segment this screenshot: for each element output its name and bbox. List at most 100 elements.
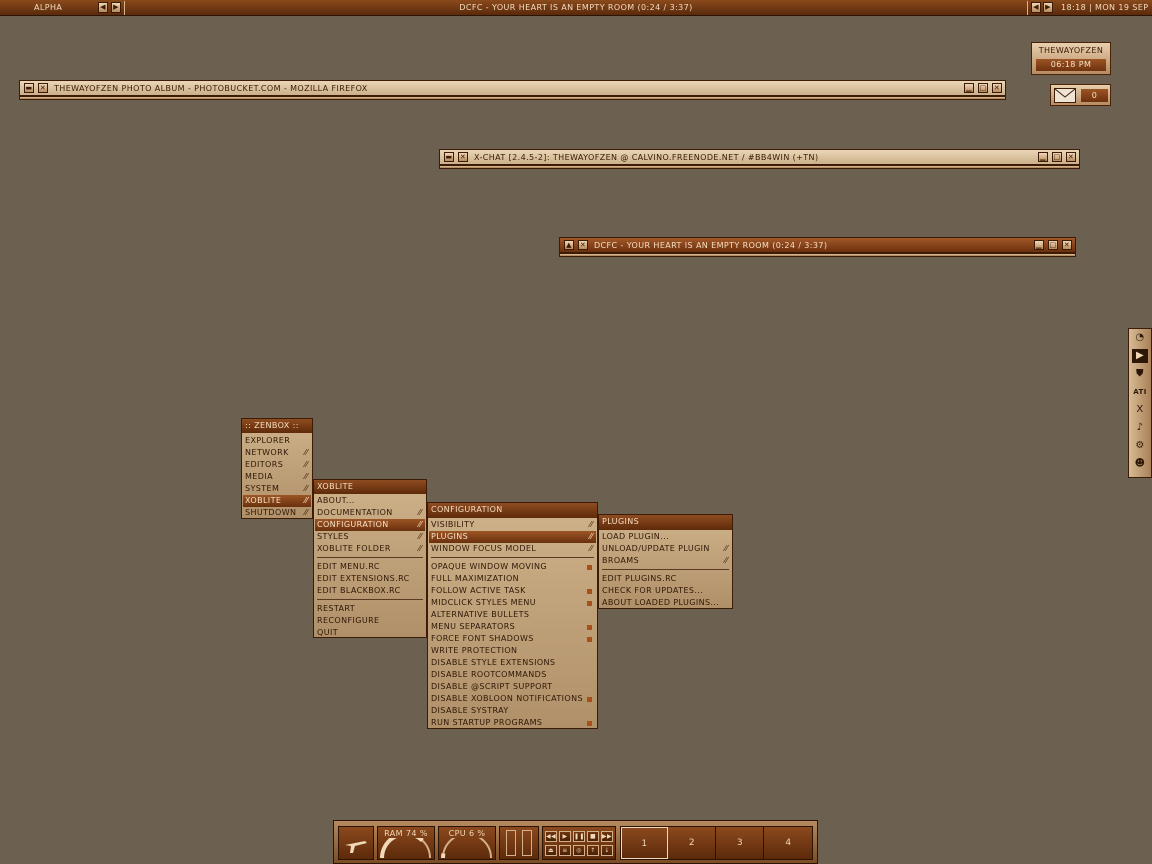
- window-handle[interactable]: [439, 165, 1080, 169]
- plugins-menu: PLUGINS LOAD PLUGIN... UNLOAD/UPDATE PLU…: [598, 514, 733, 609]
- next-window-button[interactable]: ▶: [1043, 2, 1053, 13]
- window-xchat[interactable]: ▬ ✕ X-CHAT [2.4.5-2]: THEWAYOFZEN @ CALV…: [439, 149, 1080, 165]
- minimize-button[interactable]: ▁: [1038, 152, 1048, 162]
- menu-item-system[interactable]: SYSTEM ⁄⁄: [243, 483, 311, 495]
- menu-item-edit-plugins-rc[interactable]: EDIT PLUGINS.RC: [600, 573, 731, 585]
- menu-item-disable-rootcommands[interactable]: DISABLE ROOTCOMMANDS: [429, 669, 596, 681]
- menu-item-broams[interactable]: BROAMS ⁄⁄: [600, 555, 731, 567]
- menu-item-restart[interactable]: RESTART: [315, 603, 425, 615]
- volume-slider[interactable]: [506, 830, 516, 856]
- close-button[interactable]: ✕: [578, 240, 588, 250]
- menu-item-visibility[interactable]: VISIBILITY ⁄⁄: [429, 519, 596, 531]
- menu-item-documentation[interactable]: DOCUMENTATION ⁄⁄: [315, 507, 425, 519]
- menu-item-disable-style-extensions[interactable]: DISABLE STYLE EXTENSIONS: [429, 657, 596, 669]
- window-title: THEWAYOFZEN PHOTO ALBUM - PHOTOBUCKET.CO…: [54, 84, 368, 93]
- menu-item-disable-systray[interactable]: DISABLE SYSTRAY: [429, 705, 596, 717]
- menu-item-unload-update-plugin[interactable]: UNLOAD/UPDATE PLUGIN ⁄⁄: [600, 543, 731, 555]
- gear-icon[interactable]: ⚙: [1132, 439, 1148, 453]
- volume-down-icon[interactable]: ↓: [601, 845, 613, 856]
- balance-slider[interactable]: [522, 830, 532, 856]
- menu-item-edit-blackbox-rc[interactable]: EDIT BLACKBOX.RC: [315, 585, 425, 597]
- minimize-button[interactable]: ▁: [964, 83, 974, 93]
- rewind-icon[interactable]: ◀◀: [545, 831, 557, 842]
- submenu-arrow-icon: ⁄⁄: [304, 472, 308, 481]
- menu-item-about[interactable]: ABOUT...: [315, 495, 425, 507]
- ram-fill: [380, 832, 424, 859]
- menu-item-window-focus-model[interactable]: WINDOW FOCUS MODEL ⁄⁄: [429, 543, 596, 555]
- shade-button[interactable]: ▬: [444, 152, 454, 162]
- workspace-4-button[interactable]: 4: [765, 827, 812, 859]
- menu-item-styles[interactable]: STYLES ⁄⁄: [315, 531, 425, 543]
- workspace-1-button[interactable]: 1: [621, 827, 668, 859]
- menu-item-plugins[interactable]: PLUGINS ⁄⁄: [429, 531, 596, 543]
- shade-button[interactable]: ▬: [24, 83, 34, 93]
- play-icon[interactable]: ▶: [1132, 349, 1148, 363]
- menu-item-edit-extensions-rc[interactable]: EDIT EXTENSIONS.RC: [315, 573, 425, 585]
- window-player[interactable]: ▲ ✕ DCFC - YOUR HEART IS AN EMPTY ROOM (…: [559, 237, 1076, 253]
- menu-item-xoblite-folder[interactable]: XOBLITE FOLDER ⁄⁄: [315, 543, 425, 555]
- shade-button[interactable]: ▲: [564, 240, 574, 250]
- prev-window-button[interactable]: ◀: [1031, 2, 1041, 13]
- alien-icon[interactable]: ☻: [1132, 457, 1148, 471]
- menu-item-xoblite[interactable]: XOBLITE ⁄⁄: [243, 495, 311, 507]
- menu-item-opaque-window-moving[interactable]: OPAQUE WINDOW MOVING: [429, 561, 596, 573]
- menu-item-shutdown[interactable]: SHUTDOWN ⁄⁄: [243, 507, 311, 519]
- menu-item-disable-xobloon-notifications[interactable]: DISABLE XOBLOON NOTIFICATIONS: [429, 693, 596, 705]
- close-button[interactable]: ✕: [458, 152, 468, 162]
- workspace-2-button[interactable]: 2: [669, 827, 716, 859]
- menu-item-configuration[interactable]: CONFIGURATION ⁄⁄: [315, 519, 425, 531]
- play-icon[interactable]: ▶: [559, 831, 571, 842]
- menu-item-media[interactable]: MEDIA ⁄⁄: [243, 471, 311, 483]
- ati-icon[interactable]: ATI: [1132, 385, 1148, 399]
- workspace-3-button[interactable]: 3: [717, 827, 764, 859]
- window-handle[interactable]: [19, 96, 1006, 100]
- menu-item-explorer[interactable]: EXPLORER: [243, 435, 311, 447]
- menu-item-alternative-bullets[interactable]: ALTERNATIVE BULLETS: [429, 609, 596, 621]
- maximize-button[interactable]: □: [1048, 240, 1058, 250]
- stop-icon[interactable]: ■: [587, 831, 599, 842]
- menu-item-about-loaded-plugins[interactable]: ABOUT LOADED PLUGINS...: [600, 597, 731, 609]
- menu-item-load-plugin[interactable]: LOAD PLUGIN...: [600, 531, 731, 543]
- close-button[interactable]: ✕: [1062, 240, 1072, 250]
- volume-sliders[interactable]: [499, 826, 539, 860]
- cpu-gauge: CPU 6 %: [438, 826, 496, 860]
- x-icon[interactable]: X: [1132, 403, 1148, 417]
- menu-item-write-protection[interactable]: WRITE PROTECTION: [429, 645, 596, 657]
- window-firefox[interactable]: ▬ ✕ THEWAYOFZEN PHOTO ALBUM - PHOTOBUCKE…: [19, 80, 1006, 96]
- toolbar: ALPHA ◀ ▶ DCFC - YOUR HEART IS AN EMPTY …: [0, 0, 1152, 16]
- menu-item-force-font-shadows[interactable]: FORCE FONT SHADOWS: [429, 633, 596, 645]
- playlist-icon[interactable]: ≡: [559, 845, 571, 856]
- menu-item-editors[interactable]: EDITORS ⁄⁄: [243, 459, 311, 471]
- minimize-button[interactable]: ▁: [1034, 240, 1044, 250]
- menu-item-menu-separators[interactable]: MENU SEPARATORS: [429, 621, 596, 633]
- menu-item-reconfigure[interactable]: RECONFIGURE: [315, 615, 425, 627]
- root-menu: :: ZENBOX :: EXPLORER NETWORK ⁄⁄ EDITORS ⁄…: [241, 418, 313, 519]
- menu-item-disable-script-support[interactable]: DISABLE @SCRIPT SUPPORT: [429, 681, 596, 693]
- maximize-button[interactable]: □: [1052, 152, 1062, 162]
- menu-item-midclick-styles-menu[interactable]: MIDCLICK STYLES MENU: [429, 597, 596, 609]
- clock-icon[interactable]: ◔: [1132, 331, 1148, 345]
- shield-icon[interactable]: ⛊: [1132, 367, 1148, 381]
- window-handle[interactable]: [559, 253, 1076, 257]
- eject-icon[interactable]: ⏏: [545, 845, 557, 856]
- settings-icon[interactable]: ◎: [573, 845, 585, 856]
- menu-item-check-for-updates[interactable]: CHECK FOR UPDATES...: [600, 585, 731, 597]
- menu-item-follow-active-task[interactable]: FOLLOW ACTIVE TASK: [429, 585, 596, 597]
- menu-item-run-startup-programs[interactable]: RUN STARTUP PROGRAMS: [429, 717, 596, 729]
- bottom-dock: RAM 74 % CPU 6 % ◀◀ ▶ ❚❚ ■ ▶▶ ⏏ ≡ ◎ ↑ ↓ …: [333, 820, 818, 864]
- launcher-button[interactable]: [338, 826, 374, 860]
- mail-widget[interactable]: 0: [1050, 84, 1111, 106]
- bell-icon[interactable]: ♪: [1132, 421, 1148, 435]
- submenu-arrow-icon: ⁄⁄: [418, 508, 422, 517]
- menu-item-network[interactable]: NETWORK ⁄⁄: [243, 447, 311, 459]
- menu-item-quit[interactable]: QUIT: [315, 627, 425, 639]
- close-button[interactable]: ✕: [38, 83, 48, 93]
- forward-icon[interactable]: ▶▶: [601, 831, 613, 842]
- maximize-button[interactable]: □: [978, 83, 988, 93]
- close-button[interactable]: ✕: [992, 83, 1002, 93]
- close-button[interactable]: ✕: [1066, 152, 1076, 162]
- menu-item-full-maximization[interactable]: FULL MAXIMIZATION: [429, 573, 596, 585]
- volume-up-icon[interactable]: ↑: [587, 845, 599, 856]
- menu-item-edit-menu-rc[interactable]: EDIT MENU.RC: [315, 561, 425, 573]
- pause-icon[interactable]: ❚❚: [573, 831, 585, 842]
